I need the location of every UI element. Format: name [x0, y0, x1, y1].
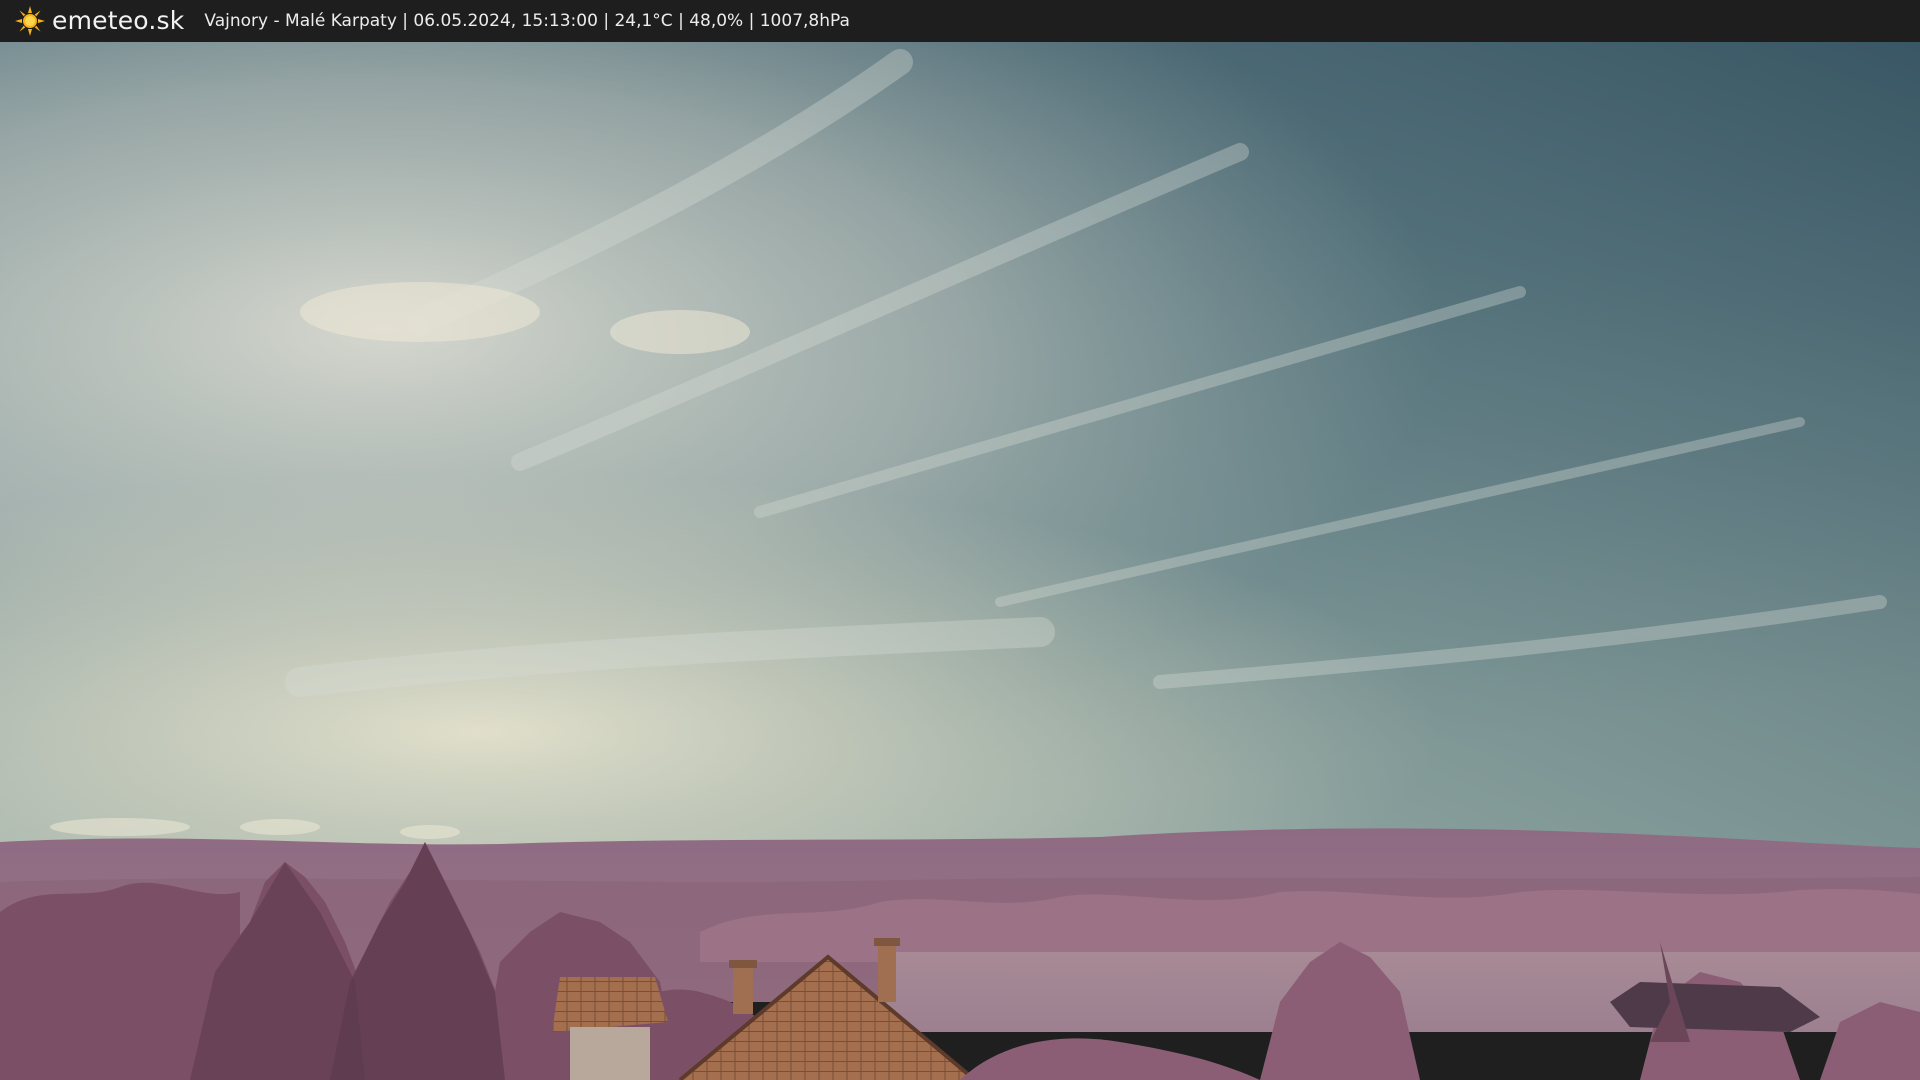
brand-name: emeteo.sk [52, 6, 185, 35]
site-logo[interactable]: emeteo.sk [14, 0, 184, 42]
caption-bar: emeteo.sk Vajnory - Malé Karpaty | 06.05… [0, 0, 1920, 42]
station-caption: Vajnory - Malé Karpaty | 06.05.2024, 15:… [204, 11, 850, 31]
webcam-image [0, 42, 1920, 1080]
sun-icon [15, 6, 45, 36]
webcam-view: emeteo.sk Vajnory - Malé Karpaty | 06.05… [0, 0, 1920, 1080]
